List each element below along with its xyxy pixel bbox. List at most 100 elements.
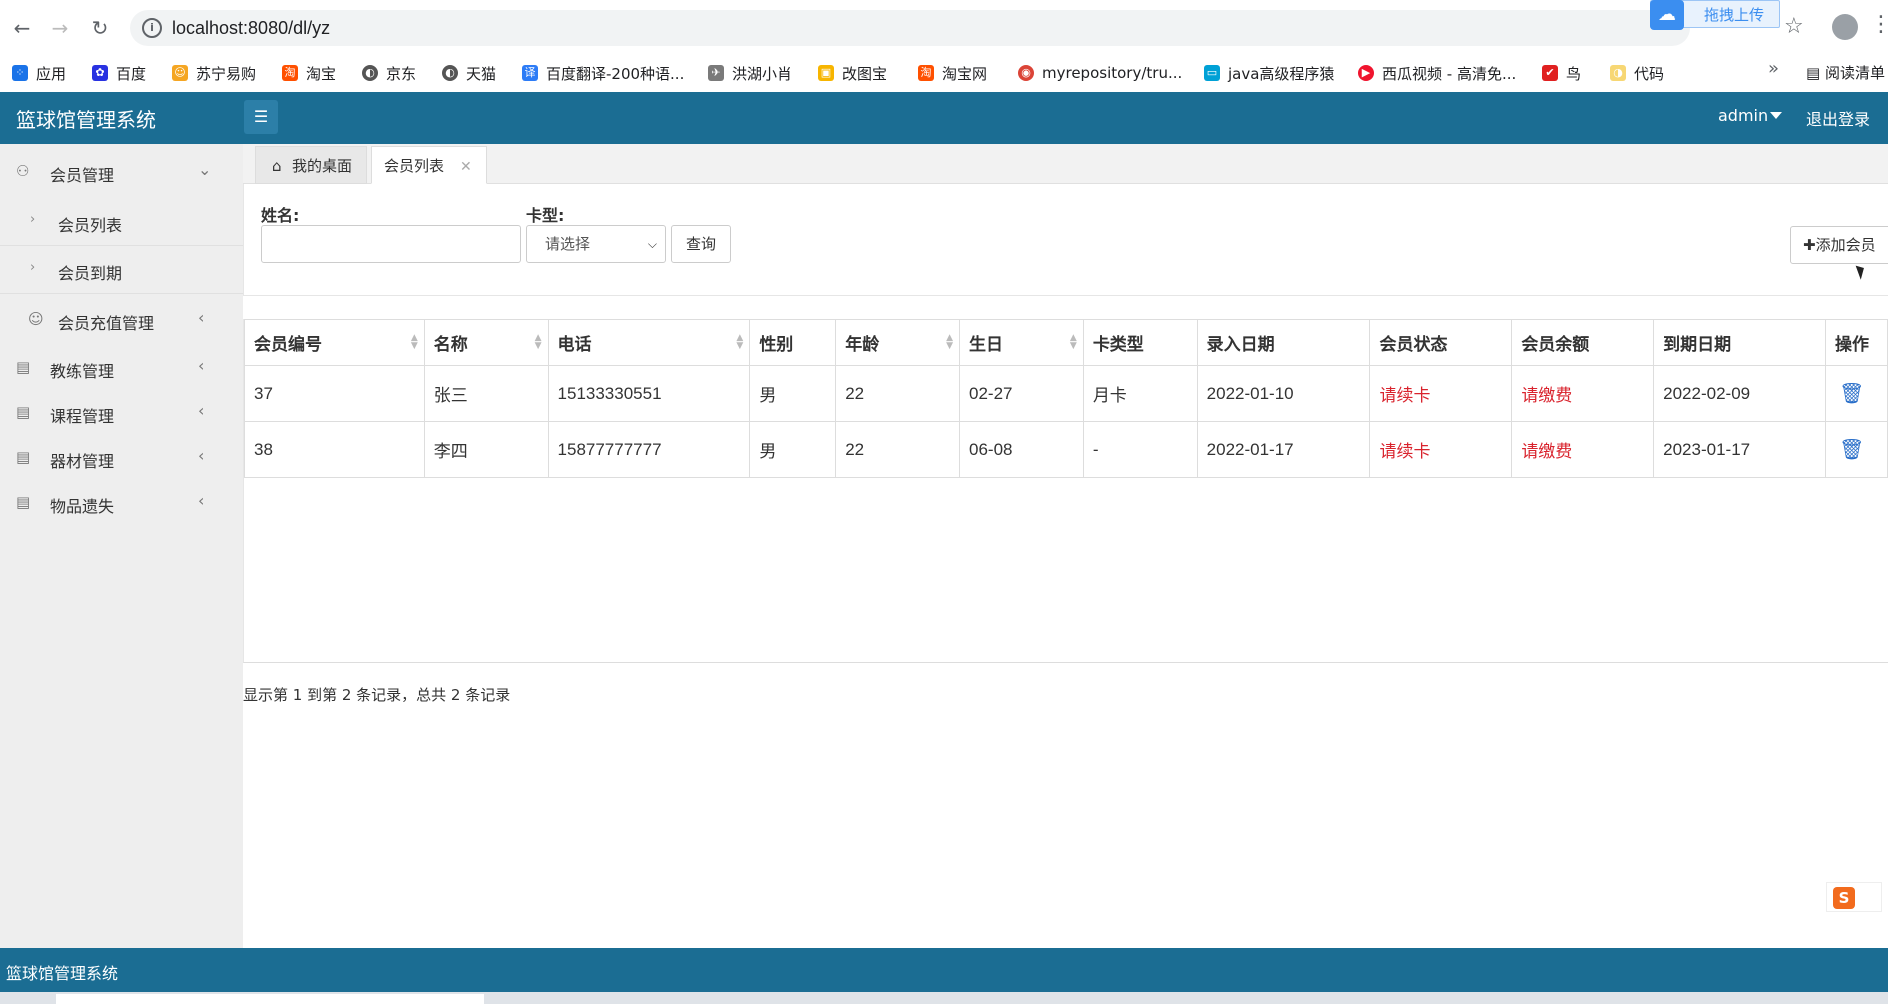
chevron-left-icon: ‹ — [198, 491, 205, 510]
bookmark-item[interactable]: ▣ 改图宝 — [818, 62, 887, 84]
user-menu[interactable]: admin — [1718, 106, 1768, 125]
sidebar-item-equipment-management[interactable]: ▤ 器材管理 ‹ — [0, 436, 243, 480]
column-header-label: 会员编号 — [254, 335, 322, 355]
column-header-name[interactable]: 名称 ▲ ▼ — [423, 319, 549, 366]
tab-my-desktop[interactable]: ⌂ 我的桌面 — [255, 146, 367, 184]
bookmark-item[interactable]: ☺ 苏宁易购 — [172, 62, 256, 84]
ime-toolbar[interactable]: S — [1826, 882, 1882, 912]
bookmark-label: 淘宝网 — [942, 64, 988, 83]
taobao-icon: 淘 — [918, 65, 934, 81]
sidebar-item-member-recharge[interactable]: ☺ 会员充值管理 ‹ — [0, 298, 243, 342]
reading-list-icon: ▤ — [1806, 64, 1825, 82]
bookmarks-bar: ⁘ 应用 ✿ 百度 ☺ 苏宁易购 淘淘宝 ◐ 京东 ◐ 天猫 译百度翻译-200种语...… — [0, 56, 1888, 92]
bookmark-item[interactable]: ⁘ 应用 — [12, 62, 66, 84]
logout-link[interactable]: 退出登录 — [1806, 106, 1870, 130]
sidebar-item-label: 物品遗失 — [50, 497, 115, 516]
translate-icon: 译 — [522, 65, 538, 81]
bookmark-item[interactable]: ▭ java高级程序猿 — [1204, 62, 1334, 84]
taskbar-search[interactable] — [56, 994, 484, 1004]
tab-member-list[interactable]: 会员列表 ✕ — [371, 146, 487, 184]
app-title: 篮球馆管理系统 — [16, 108, 156, 132]
bookmark-star-icon[interactable]: ☆ — [1784, 14, 1804, 39]
pay-fee-link[interactable]: 请缴费 — [1511, 365, 1655, 422]
cell-gender: 男 — [749, 421, 837, 478]
back-icon[interactable]: ← — [8, 14, 36, 42]
sidebar-toggle-button[interactable]: ☰ — [244, 100, 278, 134]
trash-icon[interactable]: 🗑 — [1839, 381, 1864, 406]
profile-avatar-icon[interactable] — [1832, 14, 1858, 40]
taobao-icon: 淘 — [282, 65, 298, 81]
trash-icon[interactable]: 🗑 — [1839, 437, 1864, 462]
bookmark-item[interactable]: 淘淘宝网 — [918, 62, 987, 84]
upload-popup-text[interactable]: 拖拽上传 — [1704, 4, 1764, 25]
column-header-birthday[interactable]: 生日 ▲ ▼ — [959, 319, 1084, 366]
close-icon[interactable]: ✕ — [460, 148, 472, 186]
forward-icon[interactable]: → — [46, 14, 74, 42]
address-bar[interactable]: i localhost:8080/dl/yz — [130, 10, 1690, 46]
xigua-video-icon: ▶ — [1358, 65, 1374, 81]
column-header-gender: 性别 — [749, 319, 837, 366]
sidebar-item-member-list[interactable]: › 会员列表 — [0, 198, 243, 246]
column-header-member-id[interactable]: 会员编号 ▲ ▼ — [244, 319, 425, 366]
reading-list[interactable]: ▤ 阅读清单 — [1806, 62, 1885, 83]
bookmark-item[interactable]: ◉ myrepository/tru... — [1018, 62, 1182, 84]
column-header-label: 名称 — [433, 335, 468, 355]
app-header: 篮球馆管理系统 ☰ admin 退出登录 — [0, 92, 1888, 144]
baidu-netdisk-icon[interactable]: ☁ — [1650, 0, 1684, 30]
column-header-label: 会员余额 — [1521, 335, 1590, 355]
bookmark-item[interactable]: ✿ 百度 — [92, 62, 146, 84]
cell-member-id: 37 — [244, 365, 425, 422]
bookmark-label: 应用 — [36, 64, 67, 83]
cell-age: 22 — [835, 421, 960, 478]
name-input[interactable] — [261, 225, 521, 263]
cell-card-type: 月卡 — [1082, 365, 1198, 422]
column-header-status: 会员状态 — [1369, 319, 1513, 366]
column-header-actions: 操作 — [1824, 319, 1888, 366]
renew-card-link[interactable]: 请续卡 — [1369, 365, 1513, 422]
cell-actions: 🗑 — [1824, 365, 1888, 422]
pay-fee-link[interactable]: 请缴费 — [1511, 421, 1655, 478]
bookmark-item[interactable]: ▶ 西瓜视频 - 高清免... — [1358, 62, 1516, 84]
sogou-ime-icon[interactable]: S — [1833, 887, 1855, 909]
bookmark-item[interactable]: ◑ 代码 — [1610, 62, 1664, 84]
chevron-down-icon: ⌄ — [198, 160, 212, 179]
sidebar-item-lost-items[interactable]: ▤ 物品遗失 ‹ — [0, 481, 243, 525]
column-header-age[interactable]: 年龄 ▲ ▼ — [835, 319, 960, 366]
globe-icon: ◐ — [442, 65, 458, 81]
tab-bar: ⌂ 我的桌面 会员列表 ✕ — [243, 144, 1888, 184]
bookmarks-overflow-icon[interactable]: » — [1768, 58, 1779, 79]
tab-label: 会员列表 — [384, 157, 445, 175]
bookmark-item[interactable]: ◐ 京东 — [362, 62, 416, 84]
sidebar-item-coach-management[interactable]: ▤ 教练管理 ‹ — [0, 346, 243, 390]
column-header-label: 生日 — [969, 335, 1003, 355]
bookmark-item[interactable]: ✈ 洪湖小肖 — [708, 62, 792, 84]
sort-icon: ▲ ▼ — [534, 333, 542, 351]
query-button[interactable]: 查询 — [671, 225, 731, 263]
sidebar-item-course-management[interactable]: ▤ 课程管理 ‹ — [0, 391, 243, 435]
column-header-phone[interactable]: 电话 ▲ ▼ — [547, 319, 751, 366]
sort-icon: ▲ ▼ — [736, 333, 744, 351]
sort-icon: ▲ ▼ — [1069, 333, 1077, 351]
site-info-icon[interactable]: i — [142, 18, 162, 38]
sidebar-item-label: 会员到期 — [58, 264, 123, 283]
card-type-select[interactable]: 请选择 ⌵ — [526, 225, 666, 263]
cell-birthday: 02-27 — [959, 365, 1084, 422]
bookmark-item[interactable]: 译百度翻译-200种语... — [522, 62, 684, 84]
sidebar-item-member-management[interactable]: ⚇ 会员管理 ⌄ — [0, 150, 243, 194]
reload-icon[interactable]: ↻ — [86, 14, 114, 42]
address-url[interactable]: localhost:8080/dl/yz — [172, 18, 330, 39]
sidebar-item-label: 教练管理 — [50, 362, 115, 381]
cell-entry-date: 2022-01-17 — [1196, 421, 1371, 478]
tab-label: 我的桌面 — [292, 157, 353, 175]
bookmark-item[interactable]: ◐ 天猫 — [442, 62, 496, 84]
chrome-icon: ◉ — [1018, 65, 1034, 81]
table-row: 38 李四 15877777777 男 22 06-08 - 2022-01-1… — [244, 421, 1888, 478]
add-member-button[interactable]: ✚添加会员 — [1790, 226, 1888, 264]
sidebar-item-member-expiry[interactable]: › 会员到期 — [0, 246, 243, 294]
browser-menu-icon[interactable]: ⋮ — [1870, 12, 1888, 37]
caret-down-icon[interactable] — [1770, 112, 1782, 119]
column-header-label: 卡类型 — [1092, 335, 1144, 355]
renew-card-link[interactable]: 请续卡 — [1369, 421, 1513, 478]
bookmark-item[interactable]: ✔ 鸟 — [1542, 62, 1581, 84]
bookmark-item[interactable]: 淘淘宝 — [282, 62, 336, 84]
